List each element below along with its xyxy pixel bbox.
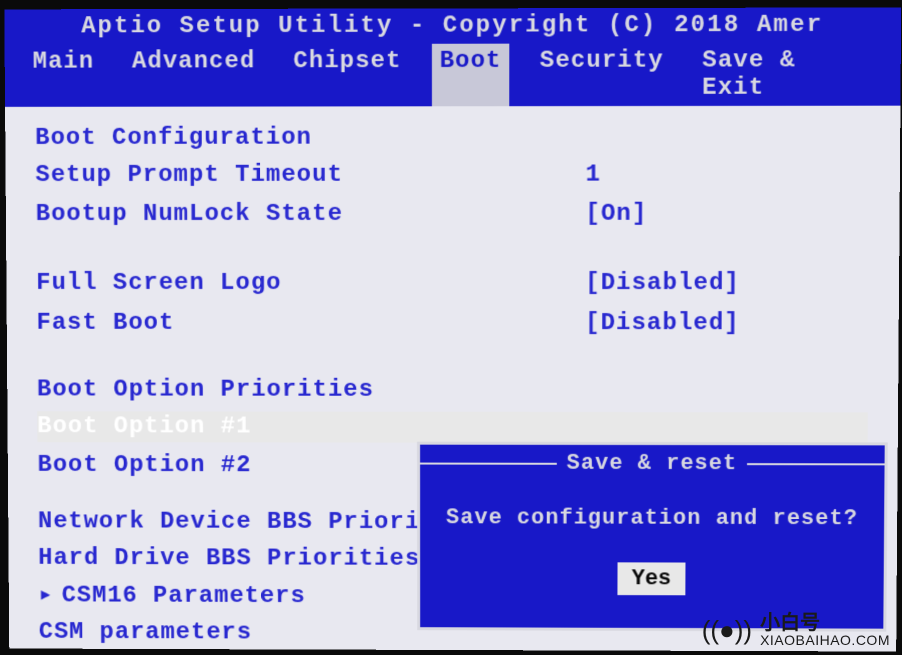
row-boot-option-1[interactable]: Boot Option #1 — [37, 411, 868, 443]
value-full-screen-logo: [Disabled] — [485, 268, 869, 299]
menu-save-exit[interactable]: Save & Exit — [694, 43, 881, 106]
utility-title: Aptio Setup Utility - Copyright (C) 2018… — [4, 7, 901, 44]
content-area: Boot Configuration Setup Prompt Timeout … — [5, 106, 900, 652]
dialog-yes-button[interactable]: Yes — [618, 562, 686, 595]
menu-chipset[interactable]: Chipset — [285, 44, 409, 107]
save-reset-dialog: Save & reset Save configuration and rese… — [417, 442, 888, 632]
row-fast-boot[interactable]: Fast Boot [Disabled] — [36, 307, 868, 339]
row-numlock-state[interactable]: Bootup NumLock State [On] — [36, 199, 870, 231]
menu-boot[interactable]: Boot — [432, 44, 510, 107]
section-boot-config: Boot Configuration — [35, 124, 870, 152]
bios-screen: Aptio Setup Utility - Copyright (C) 2018… — [4, 7, 901, 649]
broadcast-icon: ((●)) — [702, 615, 752, 646]
watermark-url: XIAOBAIHAO.COM — [760, 633, 890, 647]
dialog-title: Save & reset — [567, 451, 738, 476]
section-boot-priorities: Boot Option Priorities — [37, 376, 868, 404]
menu-advanced[interactable]: Advanced — [124, 44, 263, 107]
label-boot-option-1: Boot Option #1 — [37, 411, 485, 443]
watermark: ((●)) 小白号 XIAOBAIHAO.COM — [702, 613, 890, 647]
value-numlock-state: [On] — [485, 199, 869, 231]
watermark-cn: 小白号 — [760, 613, 890, 633]
menu-security[interactable]: Security — [532, 43, 672, 106]
row-setup-prompt-timeout[interactable]: Setup Prompt Timeout 1 — [35, 159, 869, 191]
dialog-message: Save configuration and reset? — [420, 481, 884, 555]
menu-main[interactable]: Main — [25, 44, 103, 106]
menu-bar: Main Advanced Chipset Boot Security Save… — [5, 43, 901, 107]
row-full-screen-logo[interactable]: Full Screen Logo [Disabled] — [36, 268, 869, 299]
value-setup-prompt-timeout: 1 — [485, 159, 870, 191]
value-fast-boot: [Disabled] — [485, 308, 869, 339]
label-numlock-state: Bootup NumLock State — [36, 199, 485, 230]
label-fast-boot: Fast Boot — [36, 307, 485, 338]
label-full-screen-logo: Full Screen Logo — [36, 268, 485, 299]
label-setup-prompt-timeout: Setup Prompt Timeout — [35, 160, 485, 192]
